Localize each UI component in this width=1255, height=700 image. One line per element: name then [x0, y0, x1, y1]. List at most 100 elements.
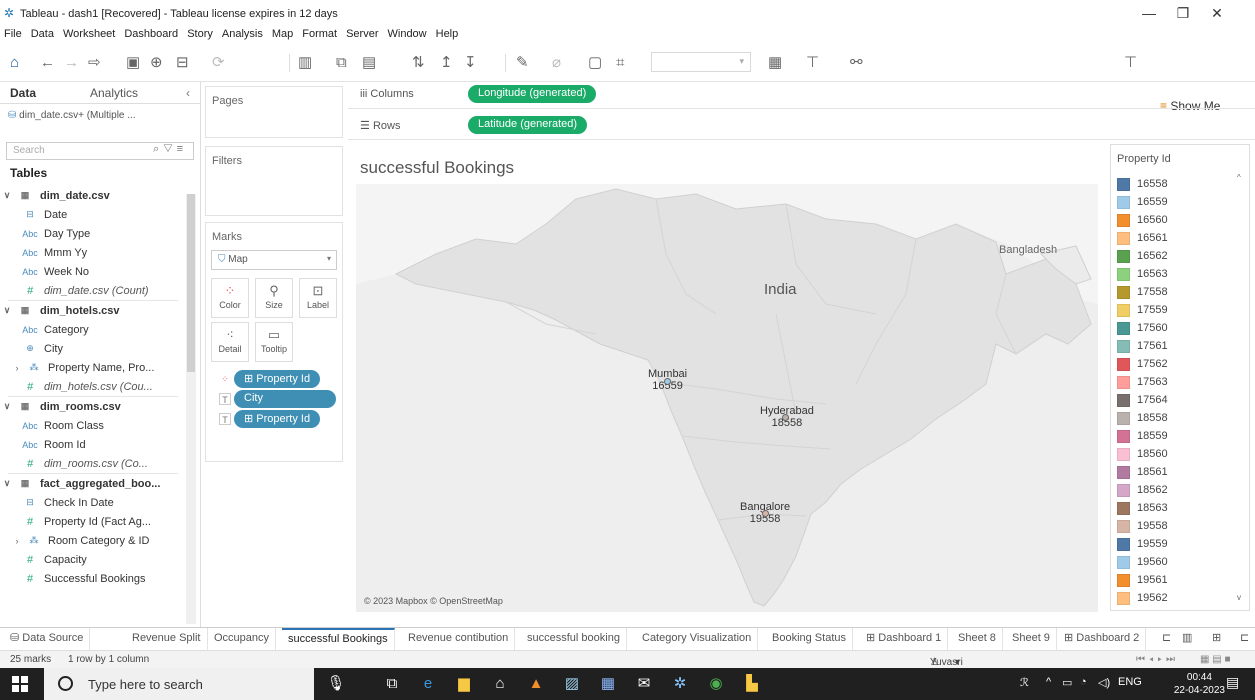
pause-updates-icon[interactable]: ⊟ [176, 54, 189, 72]
chevron-down-icon[interactable]: ∨ [0, 478, 14, 489]
vlc-icon[interactable]: ▲ [526, 674, 546, 694]
power-bi-icon[interactable]: ▙ [742, 674, 762, 694]
legend-scrollbar[interactable]: ^ v [1237, 173, 1247, 603]
collapse-pane-icon[interactable]: ‹ [186, 86, 190, 100]
table-item[interactable]: ∨ ▦ dim_rooms.csv [0, 397, 186, 416]
field-item[interactable]: › ⁂ Room Category & ID [0, 531, 186, 550]
field-item[interactable]: # Property Id (Fact Ag... [0, 512, 186, 531]
legend-item[interactable]: 19561 [1117, 571, 1237, 589]
scroll-down-icon[interactable]: v [1237, 593, 1241, 602]
legend-item[interactable]: 16563 [1117, 265, 1237, 283]
tab-sheet[interactable]: Sheet 8 [952, 628, 1003, 650]
replay-icon[interactable]: ⇨ [88, 54, 101, 72]
menu-worksheet[interactable]: Worksheet [63, 28, 115, 40]
tableau-taskbar-icon[interactable]: ✲ [670, 674, 690, 694]
table-item[interactable]: ∨ ▦ dim_hotels.csv [0, 301, 186, 320]
redo-icon[interactable]: → [64, 54, 79, 72]
chevron-right-icon[interactable]: › [10, 536, 24, 546]
menu-help[interactable]: Help [436, 28, 459, 40]
scrollbar-thumb[interactable] [187, 194, 195, 372]
field-item[interactable]: Abc Mmm Yy [0, 243, 186, 262]
volume-icon[interactable]: ◁) [1098, 676, 1110, 689]
sort-descending-icon[interactable]: ↧ [464, 54, 477, 72]
datasource-selector[interactable]: ⛁ dim_date.csv+ (Multiple ... [8, 110, 136, 121]
field-item[interactable]: Abc Room Id [0, 435, 186, 454]
field-item[interactable]: › ⁂ Property Name, Pro... [0, 358, 186, 377]
show-cards-icon[interactable]: ▦ [768, 54, 782, 72]
map-view[interactable]: India Bangladesh Mumbai 16559 Hyderabad 18… [356, 184, 1098, 612]
city-label-pill[interactable]: City [234, 390, 336, 408]
edge-icon[interactable]: e [418, 674, 438, 694]
sort-ascending-icon[interactable]: ↥ [440, 54, 453, 72]
legend-item[interactable]: 18563 [1117, 499, 1237, 517]
menu-story[interactable]: Story [187, 28, 213, 40]
menu-analysis[interactable]: Analysis [222, 28, 263, 40]
user-menu[interactable]: ♙ Yuvasri R ▾ [930, 654, 963, 679]
legend-item[interactable]: 16558 [1117, 175, 1237, 193]
legend-item[interactable]: 18562 [1117, 481, 1237, 499]
taskbar-clock[interactable]: 00:44 22-04-2023 [1174, 671, 1225, 697]
scroll-up-icon[interactable]: ^ [1237, 173, 1241, 182]
fix-axes-icon[interactable]: ⌗ [616, 54, 624, 72]
legend-item[interactable]: 16562 [1117, 247, 1237, 265]
legend-item[interactable]: 16559 [1117, 193, 1237, 211]
chevron-right-icon[interactable]: › [10, 363, 24, 373]
field-item[interactable]: # dim_date.csv (Count) [0, 281, 186, 300]
menu-format[interactable]: Format [302, 28, 337, 40]
legend-item[interactable]: 19560 [1117, 553, 1237, 571]
microphone-icon[interactable]: 🎙 [326, 674, 346, 694]
field-item[interactable]: Abc Room Class [0, 416, 186, 435]
field-item[interactable]: ⊟ Date [0, 205, 186, 224]
field-item[interactable]: # dim_rooms.csv (Co... [0, 454, 186, 473]
legend-item[interactable]: 19559 [1117, 535, 1237, 553]
tab-sheet[interactable]: ⊞ Dashboard 1 [860, 628, 949, 650]
photos-icon[interactable]: ▨ [562, 674, 582, 694]
field-item[interactable]: Abc Day Type [0, 224, 186, 243]
refresh-icon[interactable]: ⟳ [212, 54, 225, 72]
field-item[interactable]: # Successful Bookings [0, 569, 186, 588]
property-id-label-pill[interactable]: ⊞ Property Id [234, 410, 321, 428]
field-item[interactable]: # dim_hotels.csv (Cou... [0, 377, 186, 396]
hyderabad-map-point[interactable] [782, 414, 789, 421]
size-button[interactable]: ⚲ Size [255, 278, 293, 318]
field-item[interactable]: # Capacity [0, 550, 186, 569]
save-icon[interactable]: ▣ [126, 54, 140, 72]
legend-item[interactable]: 18560 [1117, 445, 1237, 463]
data-pane-scrollbar[interactable] [186, 194, 196, 624]
menu-map[interactable]: Map [272, 28, 293, 40]
tab-sheet[interactable]: Revenue contibution [402, 628, 516, 650]
legend-item[interactable]: 17562 [1117, 355, 1237, 373]
chevron-down-icon[interactable]: ∨ [0, 401, 14, 412]
minimize-icon[interactable]: — [1132, 4, 1166, 22]
tab-sheet[interactable]: Sheet 9 [1006, 628, 1057, 650]
people-icon[interactable]: ℛ [1020, 676, 1029, 689]
highlight-icon[interactable]: ✎ [516, 54, 529, 72]
latitude-pill[interactable]: Latitude (generated) [468, 116, 588, 134]
search-input[interactable]: Search ⌕▽≡ [6, 142, 194, 160]
longitude-pill[interactable]: Longitude (generated) [468, 85, 597, 103]
tooltip-icon[interactable]: ⊤ [1124, 54, 1137, 72]
new-worksheet-icon[interactable]: ▥ [1176, 628, 1198, 650]
legend-item[interactable]: 17564 [1117, 391, 1237, 409]
tab-analytics[interactable]: Analytics [90, 86, 138, 100]
restore-icon[interactable]: ❐ [1166, 4, 1200, 22]
legend-item[interactable]: 17559 [1117, 301, 1237, 319]
property-id-color-pill[interactable]: ⊞ Property Id [234, 370, 321, 388]
group-members-icon[interactable]: ⌀ [552, 54, 561, 72]
sheet-navigation-icon[interactable]: ⏮◂▸⏭ [1136, 654, 1179, 665]
new-story-icon[interactable]: ⊏ [1234, 628, 1255, 650]
legend-item[interactable]: 19558 [1117, 517, 1237, 535]
chrome-icon[interactable]: ◉ [706, 674, 726, 694]
legend-item[interactable]: 17558 [1117, 283, 1237, 301]
bangalore-map-point[interactable] [762, 510, 769, 517]
language-indicator[interactable]: ENG [1118, 676, 1142, 688]
tab-data-source[interactable]: ⛁ Data Source [0, 628, 91, 650]
menu-dashboard[interactable]: Dashboard [124, 28, 178, 40]
legend-item[interactable]: 17561 [1117, 337, 1237, 355]
legend-item[interactable]: 18558 [1117, 409, 1237, 427]
presentation-mode-icon[interactable]: ⊤ [806, 54, 819, 72]
table-item[interactable]: ∨ ▦ dim_date.csv [0, 186, 186, 205]
table-item[interactable]: ∨ ▦ fact_aggregated_boo... [0, 474, 186, 493]
search-filter-icon[interactable]: ⌕▽≡ [153, 143, 187, 156]
chevron-down-icon[interactable]: ∨ [0, 305, 14, 316]
